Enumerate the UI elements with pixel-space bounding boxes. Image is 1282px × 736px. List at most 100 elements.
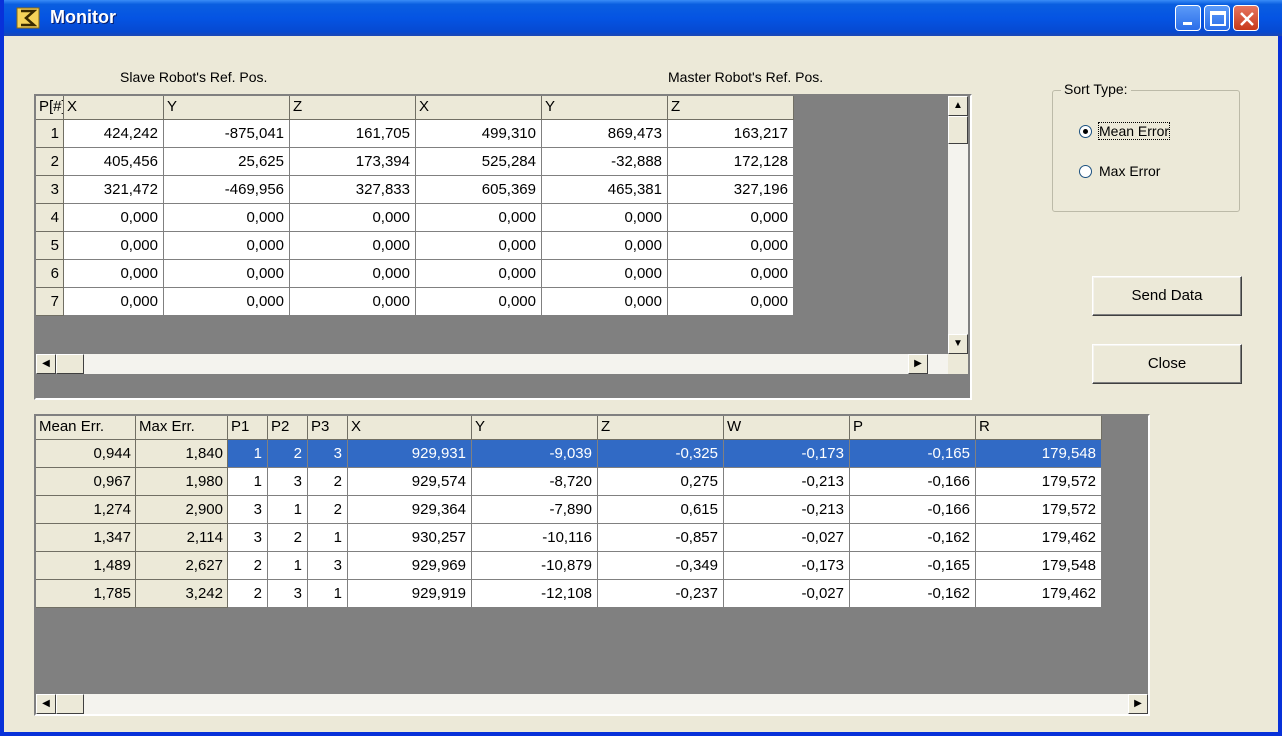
title-bar[interactable]: Monitor — [4, 0, 1282, 36]
top-cell[interactable]: 465,381 — [542, 176, 668, 204]
top-cell[interactable]: 0,000 — [64, 288, 164, 316]
top-cell[interactable]: 0,000 — [668, 288, 794, 316]
scroll-left-button[interactable]: ◀ — [36, 354, 56, 374]
top-header-0[interactable]: P[#] — [36, 96, 64, 120]
scroll-down-button[interactable]: ▼ — [948, 334, 968, 354]
bottom-cell[interactable]: -0,166 — [850, 496, 976, 524]
bottom-cell[interactable]: -0,162 — [850, 580, 976, 608]
bottom-header-10[interactable]: R — [976, 416, 1102, 440]
bottom-cell[interactable]: -9,039 — [472, 440, 598, 468]
bottom-cell[interactable]: 3 — [308, 440, 348, 468]
top-cell[interactable]: 25,625 — [164, 148, 290, 176]
bottom-header-0[interactable]: Mean Err. — [36, 416, 136, 440]
bottom-cell[interactable]: -0,213 — [724, 496, 850, 524]
bottom-row-header[interactable]: 1,785 — [36, 580, 136, 608]
bottom-cell[interactable]: 179,572 — [976, 468, 1102, 496]
top-header-6[interactable]: Z — [668, 96, 794, 120]
top-cell[interactable]: 0,000 — [290, 288, 416, 316]
top-cell[interactable]: 0,000 — [542, 260, 668, 288]
top-cell[interactable]: 0,000 — [542, 204, 668, 232]
bottom-cell[interactable]: -12,108 — [472, 580, 598, 608]
top-cell[interactable]: 525,284 — [416, 148, 542, 176]
bottom-row-header[interactable]: 1,980 — [136, 468, 228, 496]
bottom-cell[interactable]: -0,349 — [598, 552, 724, 580]
bottom-cell[interactable]: -0,325 — [598, 440, 724, 468]
top-cell[interactable]: 0,000 — [64, 204, 164, 232]
bottom-cell[interactable]: 179,462 — [976, 580, 1102, 608]
top-cell[interactable]: 173,394 — [290, 148, 416, 176]
top-cell[interactable]: 424,242 — [64, 120, 164, 148]
bottom-header-1[interactable]: Max Err. — [136, 416, 228, 440]
bottom-header-2[interactable]: P1 — [228, 416, 268, 440]
bottom-cell[interactable]: -0,165 — [850, 440, 976, 468]
bottom-cell[interactable]: -10,879 — [472, 552, 598, 580]
top-cell[interactable]: 0,000 — [416, 204, 542, 232]
bottom-cell[interactable]: 179,548 — [976, 440, 1102, 468]
bottom-cell[interactable]: -0,162 — [850, 524, 976, 552]
bottom-cell[interactable]: -0,857 — [598, 524, 724, 552]
top-row-index[interactable]: 7 — [36, 288, 64, 316]
top-row-index[interactable]: 1 — [36, 120, 64, 148]
bottom-cell[interactable]: 179,462 — [976, 524, 1102, 552]
radio-mean-error[interactable] — [1079, 125, 1092, 138]
top-cell[interactable]: -469,956 — [164, 176, 290, 204]
bottom-row-header[interactable]: 3,242 — [136, 580, 228, 608]
bottom-cell[interactable]: 2 — [228, 552, 268, 580]
bottom-cell[interactable]: 2 — [308, 468, 348, 496]
bottom-header-8[interactable]: W — [724, 416, 850, 440]
top-row-index[interactable]: 3 — [36, 176, 64, 204]
bottom-cell[interactable]: -0,173 — [724, 440, 850, 468]
bottom-cell[interactable]: 1 — [268, 496, 308, 524]
bottom-cell[interactable]: 1 — [308, 580, 348, 608]
bottom-cell[interactable]: 179,548 — [976, 552, 1102, 580]
bottom-header-4[interactable]: P3 — [308, 416, 348, 440]
top-cell[interactable]: 321,472 — [64, 176, 164, 204]
top-cell[interactable]: 405,456 — [64, 148, 164, 176]
close-button[interactable]: Close — [1092, 344, 1242, 384]
close-window-button[interactable] — [1233, 5, 1259, 31]
bottom-cell[interactable]: 2 — [308, 496, 348, 524]
minimize-button[interactable] — [1175, 5, 1201, 31]
top-header-4[interactable]: X — [416, 96, 542, 120]
top-cell[interactable]: 0,000 — [64, 260, 164, 288]
bottom-cell[interactable]: 2 — [228, 580, 268, 608]
top-header-2[interactable]: Y — [164, 96, 290, 120]
bottom-row-header[interactable]: 2,900 — [136, 496, 228, 524]
bottom-cell[interactable]: 1 — [308, 524, 348, 552]
bottom-cell[interactable]: 1 — [228, 468, 268, 496]
scroll-right-button[interactable]: ▶ — [1128, 694, 1148, 714]
top-cell[interactable]: 0,000 — [416, 232, 542, 260]
bottom-cell[interactable]: -10,116 — [472, 524, 598, 552]
top-cell[interactable]: 327,196 — [668, 176, 794, 204]
bottom-cell[interactable]: -0,166 — [850, 468, 976, 496]
bottom-cell[interactable]: 0,615 — [598, 496, 724, 524]
bottom-header-7[interactable]: Z — [598, 416, 724, 440]
bottom-cell[interactable]: 3 — [308, 552, 348, 580]
bottom-cell[interactable]: 1 — [268, 552, 308, 580]
bottom-cell[interactable]: -0,165 — [850, 552, 976, 580]
top-cell[interactable]: 0,000 — [164, 232, 290, 260]
bottom-cell[interactable]: 929,574 — [348, 468, 472, 496]
top-cell[interactable]: 0,000 — [164, 260, 290, 288]
bottom-cell[interactable]: 179,572 — [976, 496, 1102, 524]
top-cell[interactable]: -32,888 — [542, 148, 668, 176]
top-cell[interactable]: 0,000 — [290, 260, 416, 288]
bottom-row-header[interactable]: 2,627 — [136, 552, 228, 580]
bottom-header-9[interactable]: P — [850, 416, 976, 440]
bottom-cell[interactable]: 3 — [228, 524, 268, 552]
bottom-cell[interactable]: 1 — [228, 440, 268, 468]
top-cell[interactable]: 0,000 — [668, 232, 794, 260]
top-cell[interactable]: 0,000 — [290, 232, 416, 260]
top-header-5[interactable]: Y — [542, 96, 668, 120]
scroll-up-button[interactable]: ▲ — [948, 96, 968, 116]
scroll-right-button[interactable]: ▶ — [908, 354, 928, 374]
bottom-cell[interactable]: 929,919 — [348, 580, 472, 608]
top-cell[interactable]: 0,000 — [668, 260, 794, 288]
bottom-cell[interactable]: -0,173 — [724, 552, 850, 580]
top-row-index[interactable]: 6 — [36, 260, 64, 288]
scroll-thumb[interactable] — [56, 354, 84, 374]
send-data-button[interactable]: Send Data — [1092, 276, 1242, 316]
scroll-thumb[interactable] — [56, 694, 84, 714]
top-cell[interactable]: 869,473 — [542, 120, 668, 148]
bottom-header-3[interactable]: P2 — [268, 416, 308, 440]
